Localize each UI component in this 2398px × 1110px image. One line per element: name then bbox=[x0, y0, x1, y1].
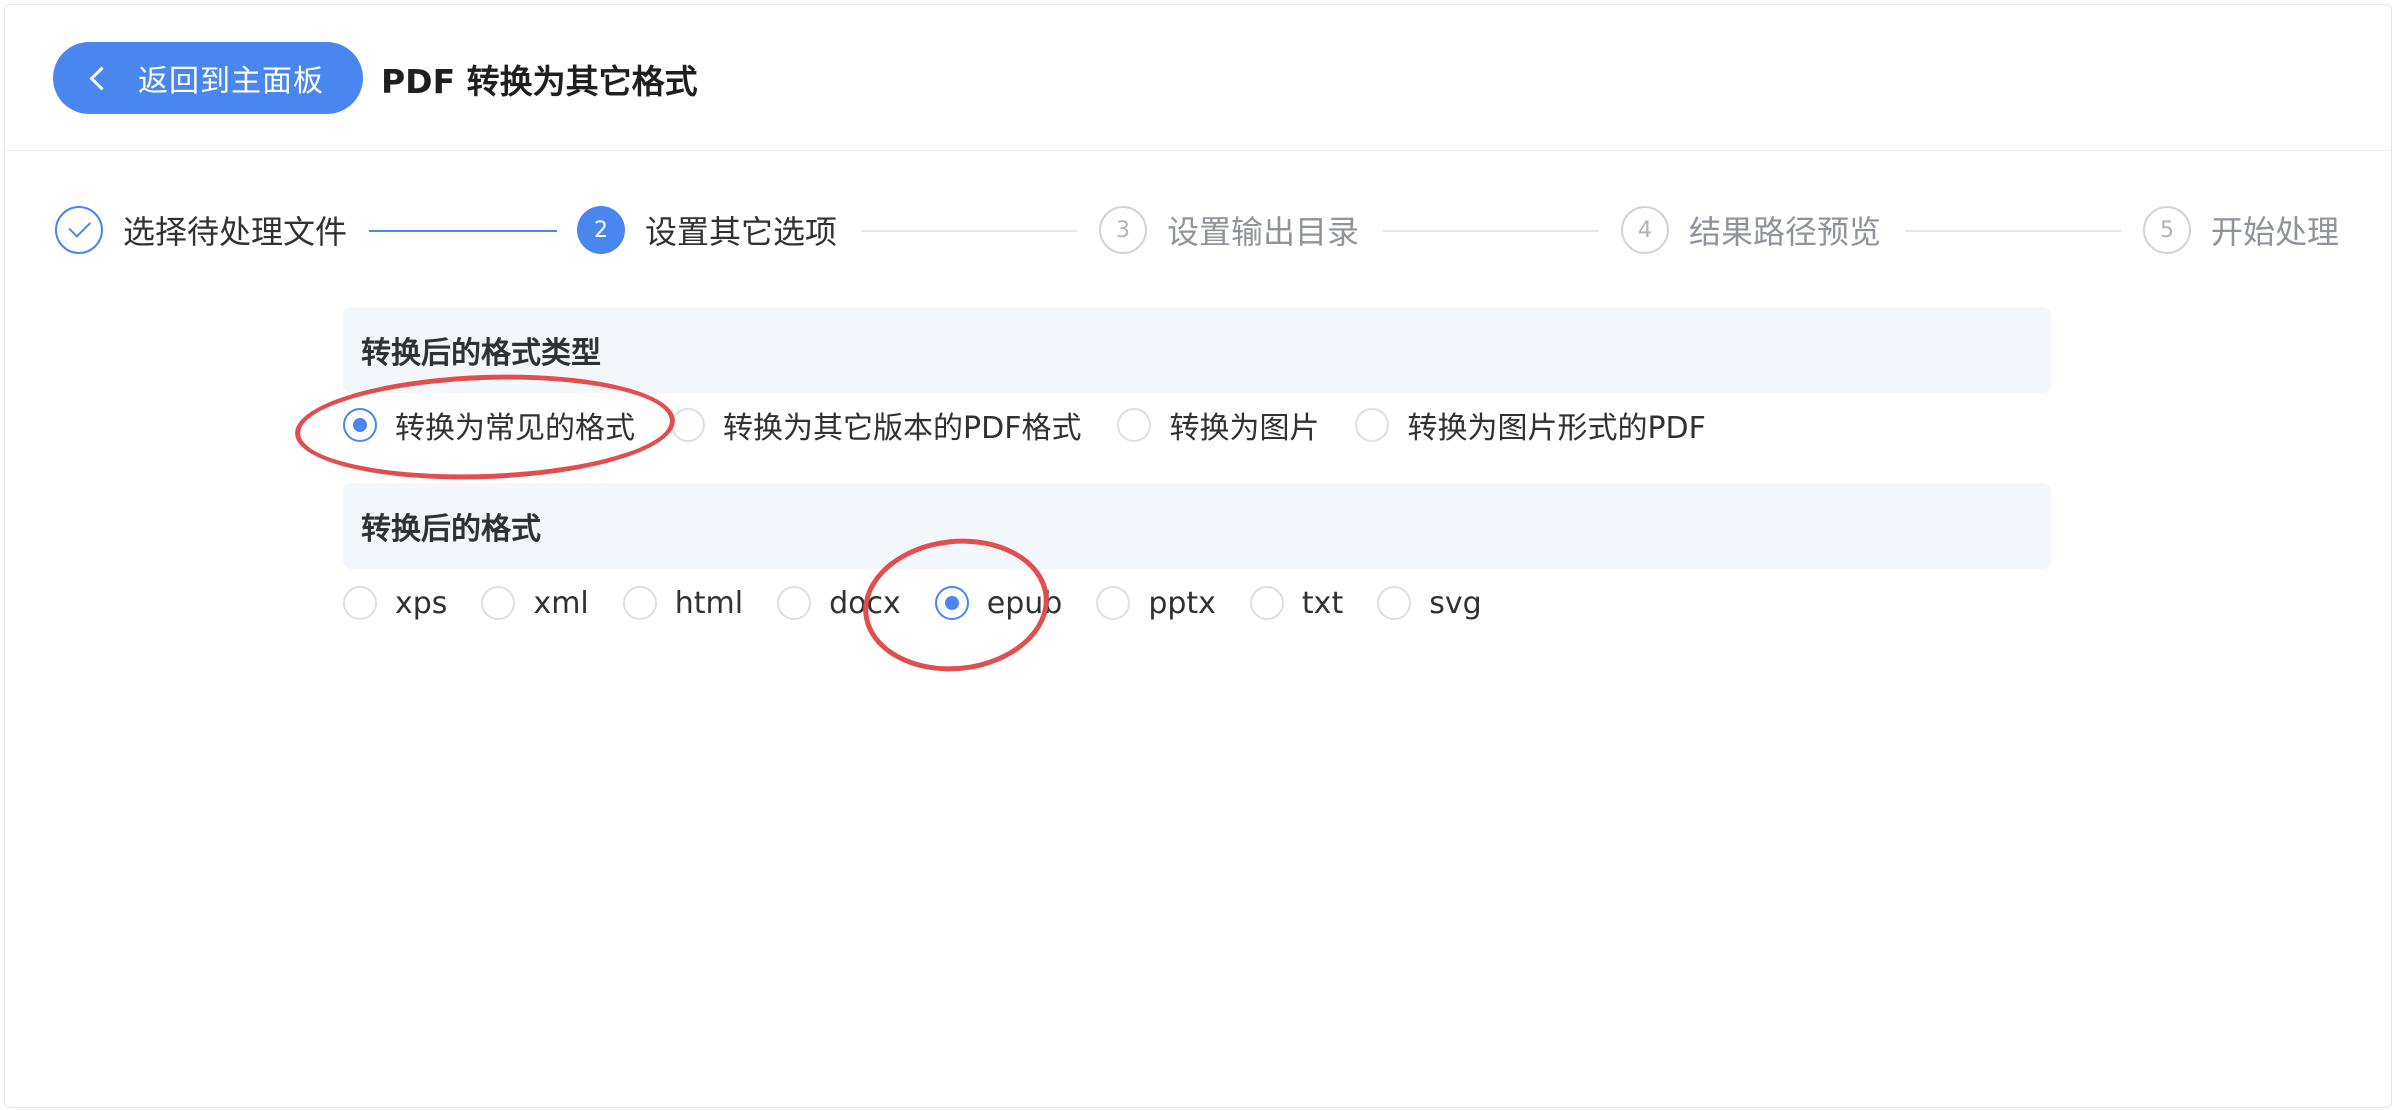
step-output-dir[interactable]: 3 设置输出目录 bbox=[1099, 203, 1359, 257]
step-label: 设置输出目录 bbox=[1167, 213, 1360, 251]
page-title: PDF 转换为其它格式 bbox=[381, 62, 698, 101]
step-select-files[interactable]: 选择待处理文件 bbox=[55, 203, 347, 257]
page-header: 返回到主面板 PDF 转换为其它格式 bbox=[5, 5, 2391, 151]
radio-unchecked-icon bbox=[343, 586, 377, 620]
radio-label: 转换为常见的格式 bbox=[395, 411, 635, 446]
back-to-dashboard-button[interactable]: 返回到主面板 bbox=[53, 42, 363, 114]
radio-label: docx bbox=[829, 585, 901, 621]
radio-label: txt bbox=[1301, 585, 1344, 621]
radio-label: pptx bbox=[1148, 585, 1216, 621]
step-label: 选择待处理文件 bbox=[123, 213, 348, 251]
radio-other-pdf-version[interactable]: 转换为其它版本的PDF格式 bbox=[671, 403, 1081, 447]
radio-docx[interactable]: docx bbox=[777, 586, 901, 621]
radio-unchecked-icon bbox=[671, 408, 705, 442]
radio-unchecked-icon bbox=[1355, 408, 1390, 442]
radio-xps[interactable]: xps bbox=[343, 586, 447, 621]
step-1-check-icon bbox=[55, 206, 103, 254]
radio-unchecked-icon bbox=[1096, 586, 1131, 620]
step-label: 结果路径预览 bbox=[1689, 213, 1882, 251]
radio-label: xml bbox=[533, 585, 589, 621]
back-button-label: 返回到主面板 bbox=[138, 64, 324, 99]
step-start-processing[interactable]: 5 开始处理 bbox=[2143, 203, 2339, 257]
step-connector bbox=[1383, 230, 1599, 232]
radio-unchecked-icon bbox=[622, 586, 657, 620]
radio-common-formats[interactable]: 转换为常见的格式 bbox=[343, 403, 635, 447]
radio-checked-icon bbox=[343, 408, 377, 442]
step-connector bbox=[369, 230, 557, 232]
app-window: 返回到主面板 PDF 转换为其它格式 选择待处理文件 2 设置其它选项 3 设置… bbox=[4, 4, 2392, 1108]
radio-txt[interactable]: txt bbox=[1249, 585, 1344, 621]
steps-bar: 选择待处理文件 2 设置其它选项 3 设置输出目录 4 结果路径预览 5 开始处… bbox=[5, 5, 2391, 254]
radio-unchecked-icon bbox=[1377, 586, 1412, 620]
radio-xml[interactable]: xml bbox=[481, 585, 589, 621]
step-number: 4 bbox=[1621, 206, 1669, 254]
step-label: 开始处理 bbox=[2211, 213, 2340, 251]
radio-label: 转换为图片 bbox=[1169, 411, 1320, 446]
format-heading: 转换后的格式 bbox=[343, 483, 2051, 569]
step-number: 2 bbox=[577, 206, 625, 254]
step-other-options[interactable]: 2 设置其它选项 bbox=[577, 203, 837, 257]
radio-label: html bbox=[674, 585, 744, 621]
step-result-preview[interactable]: 4 结果路径预览 bbox=[1621, 203, 1881, 257]
radio-svg[interactable]: svg bbox=[1377, 585, 1482, 621]
radio-label: svg bbox=[1429, 585, 1482, 621]
format-radio-group: xps xml html docx epub pptx txt svg bbox=[343, 575, 1516, 631]
format-type-radio-group: 转换为常见的格式 转换为其它版本的PDF格式 转换为图片 转换为图片形式的PDF bbox=[343, 397, 1742, 453]
radio-html[interactable]: html bbox=[622, 585, 744, 621]
radio-label: xps bbox=[395, 585, 448, 621]
radio-to-image[interactable]: 转换为图片 bbox=[1117, 403, 1319, 447]
radio-unchecked-icon bbox=[777, 586, 812, 620]
radio-unchecked-icon bbox=[1117, 408, 1152, 442]
radio-image-pdf[interactable]: 转换为图片形式的PDF bbox=[1355, 403, 1706, 447]
radio-checked-icon bbox=[934, 586, 969, 620]
radio-unchecked-icon bbox=[481, 586, 516, 620]
radio-label: 转换为其它版本的PDF格式 bbox=[723, 411, 1082, 446]
step-number: 3 bbox=[1099, 206, 1147, 254]
chevron-left-icon bbox=[89, 65, 114, 91]
radio-label: 转换为图片形式的PDF bbox=[1407, 411, 1706, 446]
step-number: 5 bbox=[2143, 206, 2191, 254]
step-label: 设置其它选项 bbox=[645, 213, 838, 251]
step-connector bbox=[861, 230, 1077, 232]
radio-pptx[interactable]: pptx bbox=[1096, 586, 1216, 621]
radio-unchecked-icon bbox=[1249, 586, 1284, 620]
radio-label: epub bbox=[986, 585, 1063, 621]
format-type-heading: 转换后的格式类型 bbox=[343, 307, 2051, 393]
step-connector bbox=[1905, 230, 2121, 232]
radio-epub[interactable]: epub bbox=[934, 585, 1063, 621]
